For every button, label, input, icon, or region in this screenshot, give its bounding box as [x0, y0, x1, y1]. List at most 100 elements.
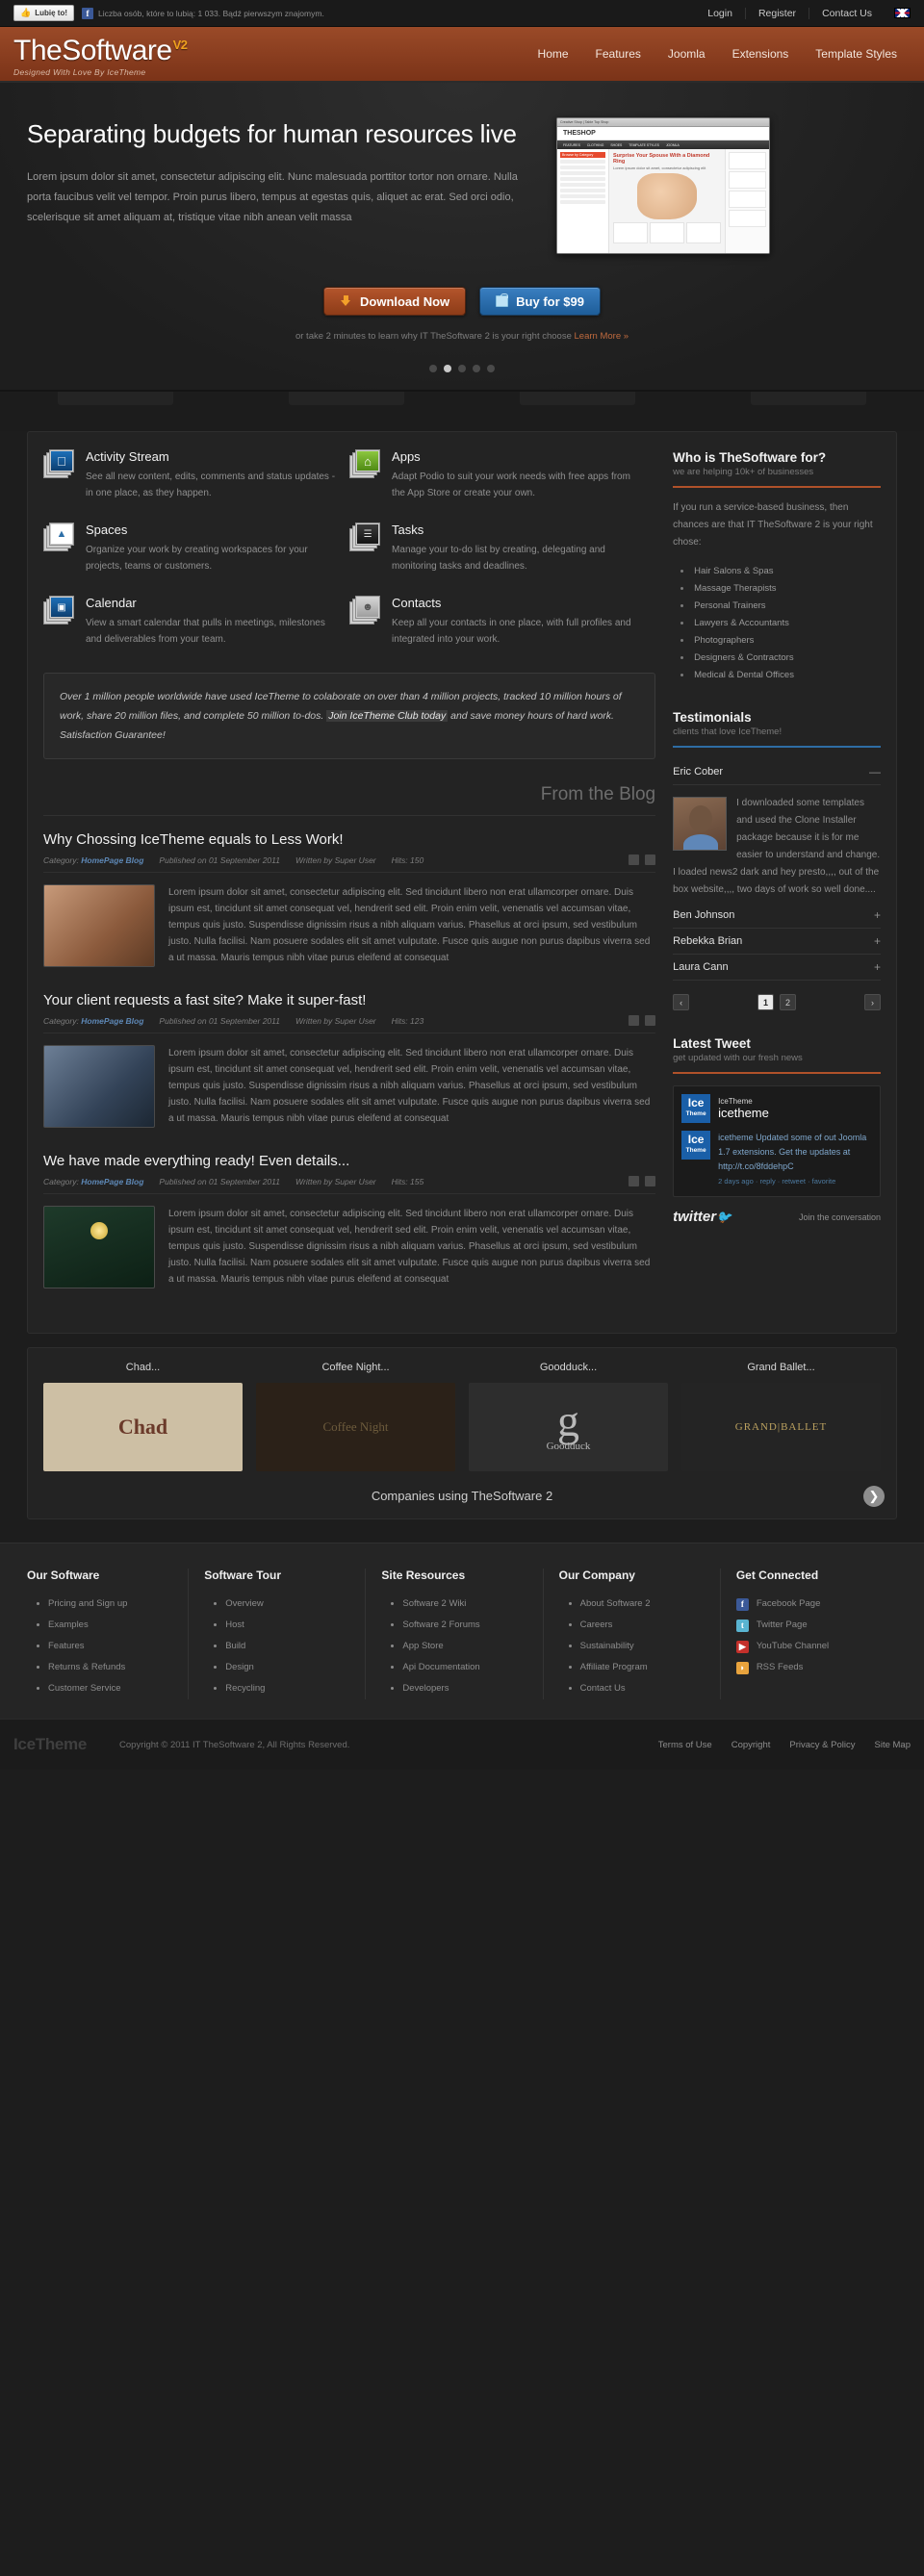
- footer-link[interactable]: Api Documentation: [402, 1657, 542, 1678]
- slider-dot-3[interactable]: [458, 365, 466, 372]
- preview-headline: Surprise Your Spouse With a Diamond Ring: [613, 153, 710, 165]
- register-link[interactable]: Register: [746, 7, 810, 19]
- footer-link[interactable]: Build: [225, 1636, 365, 1657]
- preview-nav-item: FEATURES: [563, 142, 580, 147]
- post-title[interactable]: Why Chossing IceTheme equals to Less Wor…: [43, 831, 655, 848]
- list-item[interactable]: Designers & Contractors: [692, 650, 881, 667]
- download-now-button[interactable]: Download Now: [323, 287, 467, 316]
- learn-more-link[interactable]: Learn More »: [575, 331, 629, 342]
- join-club-link[interactable]: Join IceTheme Club today: [326, 710, 449, 722]
- slider-dot-1[interactable]: [429, 365, 437, 372]
- list-item[interactable]: Lawyers & Accountants: [692, 615, 881, 632]
- logo[interactable]: TheSoftwareV2 Designed With Love By IceT…: [13, 31, 188, 78]
- nav-item-joomla[interactable]: Joomla: [654, 26, 719, 82]
- client-item[interactable]: Goodduck... g Goodduck: [469, 1362, 668, 1471]
- buy-button[interactable]: Buy for $99: [479, 287, 601, 316]
- carousel-next-icon[interactable]: ❯: [863, 1486, 885, 1507]
- footer-link[interactable]: Examples: [48, 1615, 188, 1636]
- feature-spaces[interactable]: ▲ Spaces Organize your work by creating …: [43, 523, 349, 574]
- logo-text: TheSoftwareV2: [13, 35, 188, 66]
- email-icon[interactable]: [645, 1176, 656, 1186]
- client-item[interactable]: Coffee Night... Coffee Night: [256, 1362, 455, 1471]
- tweet-account[interactable]: Ice Theme IceTheme icetheme: [681, 1094, 872, 1123]
- footer-link[interactable]: Pricing and Sign up: [48, 1594, 188, 1615]
- login-link[interactable]: Login: [695, 7, 746, 19]
- footer-link[interactable]: Software 2 Wiki: [402, 1594, 542, 1615]
- testimonial-header-collapsed[interactable]: Laura Cann +: [673, 955, 881, 981]
- nav-item-template-styles[interactable]: Template Styles: [802, 26, 911, 82]
- list-item[interactable]: Hair Salons & Spas: [692, 563, 881, 580]
- contact-us-link[interactable]: Contact Us: [809, 8, 885, 19]
- client-item[interactable]: Chad... Chad: [43, 1362, 243, 1471]
- footer-link[interactable]: Careers: [580, 1615, 720, 1636]
- email-icon[interactable]: [645, 854, 656, 865]
- slider-dot-2[interactable]: [444, 365, 451, 372]
- post-thumbnail[interactable]: [43, 884, 155, 967]
- social-link-youtube[interactable]: ▶ YouTube Channel: [735, 1636, 897, 1657]
- social-link-facebook[interactable]: f Facebook Page: [735, 1594, 897, 1615]
- pager-prev-button[interactable]: ‹: [673, 994, 690, 1010]
- preview-sidebar: Browse by Category: [557, 149, 609, 253]
- collapse-icon: —: [869, 765, 881, 778]
- nav-item-extensions[interactable]: Extensions: [719, 26, 803, 82]
- top-bar: 👍 Lubię to! f Liczba osób, które to lubi…: [0, 0, 924, 27]
- footer-link[interactable]: Design: [225, 1657, 365, 1678]
- footer-link[interactable]: Returns & Refunds: [48, 1657, 188, 1678]
- footer-link[interactable]: Overview: [225, 1594, 365, 1615]
- tweet-meta[interactable]: 2 days ago · reply · retweet · favorite: [718, 1177, 835, 1186]
- client-item[interactable]: Grand Ballet... GRAND|BALLET: [681, 1362, 881, 1471]
- pager-page-2[interactable]: 2: [780, 994, 797, 1010]
- print-icon[interactable]: [629, 854, 640, 865]
- terms-of-use-link[interactable]: Terms of Use: [658, 1740, 712, 1750]
- pager-page-1[interactable]: 1: [757, 994, 775, 1010]
- slider-dot-4[interactable]: [473, 365, 480, 372]
- post-thumbnail[interactable]: [43, 1206, 155, 1288]
- footer-link[interactable]: Host: [225, 1615, 365, 1636]
- nav-item-features[interactable]: Features: [582, 26, 654, 82]
- testimonial-name: Ben Johnson: [673, 909, 735, 921]
- join-conversation-link[interactable]: Join the conversation: [799, 1212, 881, 1222]
- hero-note: or take 2 minutes to learn why IT TheSof…: [0, 331, 924, 342]
- social-link-rss[interactable]: ◗ RSS Feeds: [735, 1657, 897, 1678]
- nav-item-home[interactable]: Home: [525, 26, 582, 82]
- footer-link[interactable]: Customer Service: [48, 1678, 188, 1699]
- social-link-twitter[interactable]: t Twitter Page: [735, 1615, 897, 1636]
- footer-link[interactable]: Recycling: [225, 1678, 365, 1699]
- site-map-link[interactable]: Site Map: [875, 1740, 911, 1750]
- list-item[interactable]: Massage Therapists: [692, 580, 881, 598]
- footer-link[interactable]: Software 2 Forums: [402, 1615, 542, 1636]
- copyright-link[interactable]: Copyright: [732, 1740, 771, 1750]
- email-icon[interactable]: [645, 1015, 656, 1026]
- print-icon[interactable]: [629, 1176, 640, 1186]
- post-thumbnail[interactable]: [43, 1045, 155, 1128]
- footer-link[interactable]: Features: [48, 1636, 188, 1657]
- list-item[interactable]: Personal Trainers: [692, 598, 881, 615]
- pager-next-button[interactable]: ›: [864, 994, 882, 1010]
- feature-activity-stream[interactable]:  Activity Stream See all new content, e…: [43, 449, 349, 501]
- post-title[interactable]: We have made everything ready! Even deta…: [43, 1153, 655, 1169]
- post-category-link[interactable]: HomePage Blog: [81, 1177, 143, 1186]
- testimonial-header-collapsed[interactable]: Rebekka Brian +: [673, 929, 881, 955]
- list-item[interactable]: Photographers: [692, 632, 881, 650]
- privacy-policy-link[interactable]: Privacy & Policy: [789, 1740, 855, 1750]
- print-icon[interactable]: [629, 1015, 640, 1026]
- footer-link[interactable]: Contact Us: [580, 1678, 720, 1699]
- uk-flag-icon[interactable]: [894, 8, 911, 18]
- feature-apps[interactable]: ⌂ Apps Adapt Podio to suit your work nee…: [349, 449, 655, 501]
- footer-link[interactable]: App Store: [402, 1636, 542, 1657]
- testimonial-header-collapsed[interactable]: Ben Johnson +: [673, 903, 881, 929]
- testimonial-header-open[interactable]: Eric Cober —: [673, 759, 881, 785]
- slider-dot-5[interactable]: [487, 365, 495, 372]
- feature-tasks[interactable]: ☰ Tasks Manage your to-do list by creati…: [349, 523, 655, 574]
- post-title[interactable]: Your client requests a fast site? Make i…: [43, 992, 655, 1008]
- footer-link[interactable]: Developers: [402, 1678, 542, 1699]
- footer-link[interactable]: Sustainability: [580, 1636, 720, 1657]
- footer-link[interactable]: Affiliate Program: [580, 1657, 720, 1678]
- footer-link[interactable]: About Software 2: [580, 1594, 720, 1615]
- feature-contacts[interactable]: ☻ Contacts Keep all your contacts in one…: [349, 596, 655, 648]
- facebook-like-button[interactable]: 👍 Lubię to!: [13, 5, 74, 21]
- post-category-link[interactable]: HomePage Blog: [81, 1016, 143, 1026]
- list-item[interactable]: Medical & Dental Offices: [692, 667, 881, 684]
- feature-calendar[interactable]: ▣ Calendar View a smart calendar that pu…: [43, 596, 349, 648]
- post-category-link[interactable]: HomePage Blog: [81, 855, 143, 865]
